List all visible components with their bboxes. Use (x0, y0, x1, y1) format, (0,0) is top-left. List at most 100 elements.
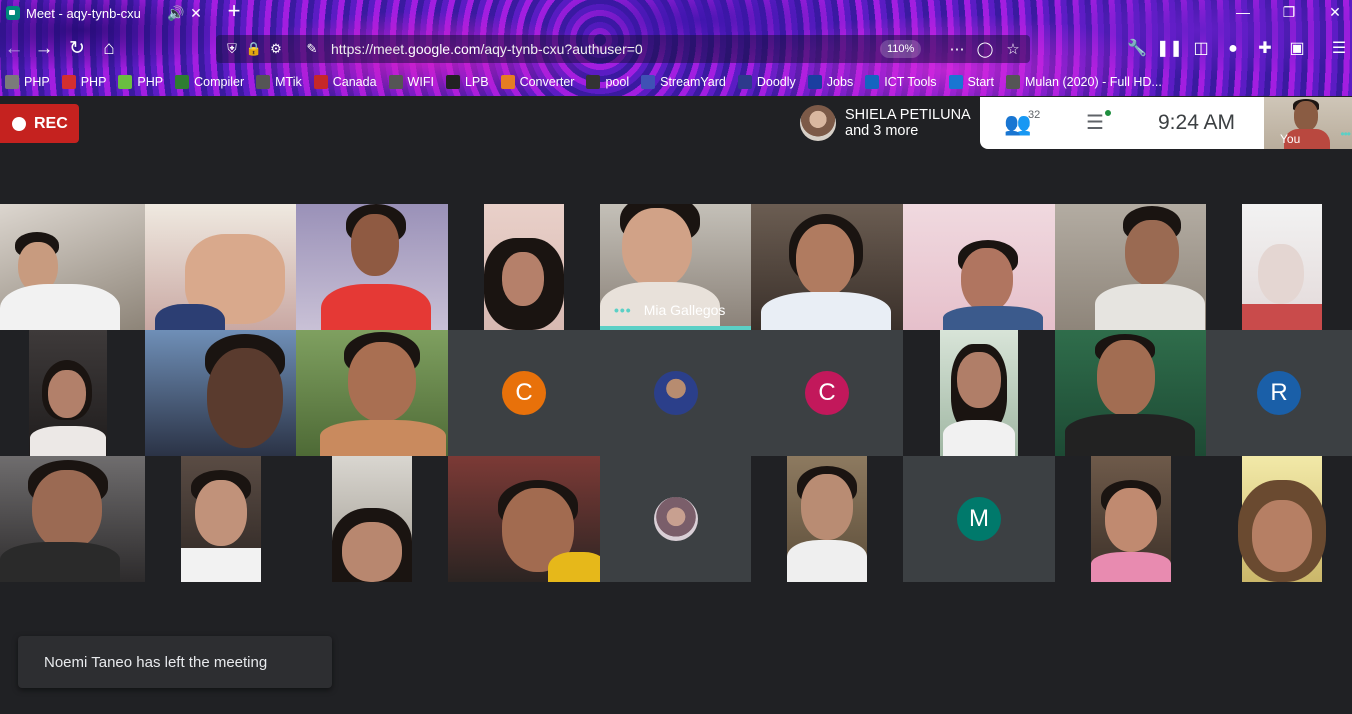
presenter-name: SHIELA PETILUNA (845, 107, 971, 123)
participant-tile[interactable] (0, 330, 145, 456)
self-options-icon[interactable]: ••• (1340, 127, 1351, 141)
participant-tile[interactable] (145, 330, 296, 456)
bookmark-label: Compiler (194, 75, 245, 89)
url-bar[interactable]: ⛨ 🔒 ⚙ ✎ https://meet.google.com/aqy-tynb… (216, 35, 1030, 63)
shield-icon[interactable]: ⛨ (221, 41, 243, 57)
back-button[interactable]: ← (0, 36, 28, 62)
bookmark-item[interactable]: PHP (118, 75, 163, 89)
new-tab-button[interactable]: + (222, 0, 246, 24)
participant-tile[interactable]: M (903, 456, 1055, 582)
participant-tile[interactable]: R (1206, 330, 1352, 456)
lpb-icon (445, 75, 460, 89)
avatar-letter: R (1257, 371, 1301, 415)
start-icon (948, 75, 963, 89)
participant-tile[interactable] (0, 456, 145, 582)
library-icon[interactable]: ❚❚ (1156, 36, 1183, 62)
participant-tile[interactable] (1055, 204, 1206, 330)
sidebar-icon[interactable]: ◫ (1188, 36, 1214, 62)
bookmark-item[interactable]: Compiler (175, 75, 244, 89)
restore-button[interactable]: ❐ (1266, 0, 1312, 24)
bookmark-label: ICT Tools (884, 75, 937, 89)
participant-tile[interactable] (296, 204, 448, 330)
participant-tile[interactable] (751, 204, 903, 330)
bookmark-item[interactable]: pool (586, 75, 629, 89)
bookmark-item[interactable]: Doodly (737, 75, 796, 89)
self-face (1294, 101, 1318, 131)
extension-square-icon[interactable]: ▣ (1284, 36, 1310, 62)
bookmark-item[interactable]: StreamYard (641, 75, 726, 89)
record-dot-icon (12, 116, 26, 131)
bookmark-item[interactable]: LPB (445, 75, 489, 89)
bookmark-item[interactable]: ICT Tools (865, 75, 937, 89)
participant-tile[interactable] (1206, 456, 1352, 582)
participant-tile[interactable] (296, 330, 448, 456)
participant-tile[interactable] (448, 456, 600, 582)
bookmark-label: StreamYard (660, 75, 726, 89)
close-tab-icon[interactable]: ✕ (186, 5, 206, 22)
forward-button[interactable]: → (30, 36, 58, 62)
participant-tile[interactable]: C (448, 330, 600, 456)
pocket-icon[interactable]: ◯ (974, 40, 996, 58)
participant-tile[interactable] (903, 330, 1055, 456)
bookmark-label: WIFI (407, 75, 434, 89)
reload-button[interactable]: ↻ (63, 36, 91, 62)
menu-icon[interactable]: ☰ (1326, 36, 1352, 62)
browser-tab[interactable]: Meet - aqy-tynb-cxu 🔊 ✕ (0, 0, 212, 26)
presenter-more: and 3 more (845, 123, 919, 139)
bookmark-label: pool (605, 75, 630, 89)
streamyard-icon (641, 75, 656, 89)
meeting-time: 9:24 AM (1158, 111, 1236, 134)
participant-tile[interactable] (1055, 456, 1206, 582)
account-icon[interactable]: ● (1220, 36, 1246, 62)
participant-tile[interactable] (296, 456, 448, 582)
self-label: You (1280, 132, 1301, 146)
participant-tile[interactable] (1055, 330, 1206, 456)
extension-icon[interactable]: ✚ (1252, 36, 1278, 62)
php-v-icon (61, 75, 76, 89)
bookmark-label: Canada (332, 75, 377, 89)
bookmark-item[interactable]: WIFI (388, 75, 434, 89)
tab-title: Meet - aqy-tynb-cxu (26, 5, 141, 21)
participant-tile[interactable] (903, 204, 1055, 330)
bookmark-item[interactable]: Jobs (807, 75, 854, 89)
bookmark-label: Jobs (826, 75, 854, 89)
close-window-button[interactable]: ✕ (1312, 0, 1352, 24)
presenter-chip[interactable]: SHIELA PETILUNA and 3 more (792, 97, 980, 149)
url-text[interactable]: https://meet.google.com/aqy-tynb-cxu?aut… (331, 41, 643, 57)
participant-tile[interactable] (448, 204, 600, 330)
lock-icon[interactable]: 🔒 (243, 41, 265, 57)
speaking-participant-label: ••• Mia Gallegos (614, 302, 725, 318)
avatar-letter: C (502, 371, 546, 415)
self-video-tile[interactable]: You ••• (1264, 97, 1352, 149)
bookmark-item[interactable]: PHP (61, 75, 106, 89)
participant-tile[interactable] (600, 456, 751, 582)
bookmark-item[interactable]: PHP (5, 75, 50, 89)
participant-tile[interactable] (145, 204, 296, 330)
avatar-letter: C (805, 371, 849, 415)
permissions-icon[interactable]: ⚙ (265, 41, 287, 57)
bookmark-item[interactable]: MTik (256, 75, 302, 89)
bookmark-item[interactable]: Mulan (2020) - Full HD... (1005, 75, 1162, 89)
bookmark-label: MTik (275, 75, 302, 89)
globe-icon (256, 75, 271, 89)
bookmark-item[interactable]: Canada (313, 75, 377, 89)
participant-tile[interactable]: ••• Mia Gallegos (600, 204, 751, 330)
participant-tile[interactable] (145, 456, 296, 582)
chat-icon[interactable]: ☰ (1086, 110, 1104, 135)
bookmark-star-icon[interactable]: ☆ (1002, 40, 1024, 58)
participant-tile[interactable] (0, 204, 145, 330)
minimize-button[interactable]: — (1220, 0, 1266, 24)
zoom-indicator[interactable]: 110% (880, 40, 922, 58)
speaker-icon[interactable]: 🔊 (166, 5, 186, 22)
participant-tile[interactable]: C (751, 330, 903, 456)
wrench-icon[interactable]: 🔧 (1124, 36, 1150, 62)
participant-tile[interactable] (751, 456, 903, 582)
participant-tile[interactable] (1206, 204, 1352, 330)
home-button[interactable]: ⌂ (95, 36, 123, 62)
bookmark-label: LPB (464, 75, 489, 89)
bookmark-item[interactable]: Converter (500, 75, 574, 89)
bookmark-item[interactable]: Start (948, 75, 994, 89)
reader-icon[interactable]: ✎ (301, 41, 323, 57)
page-actions-icon[interactable]: ⋯ (946, 40, 968, 58)
participant-tile[interactable] (600, 330, 751, 456)
